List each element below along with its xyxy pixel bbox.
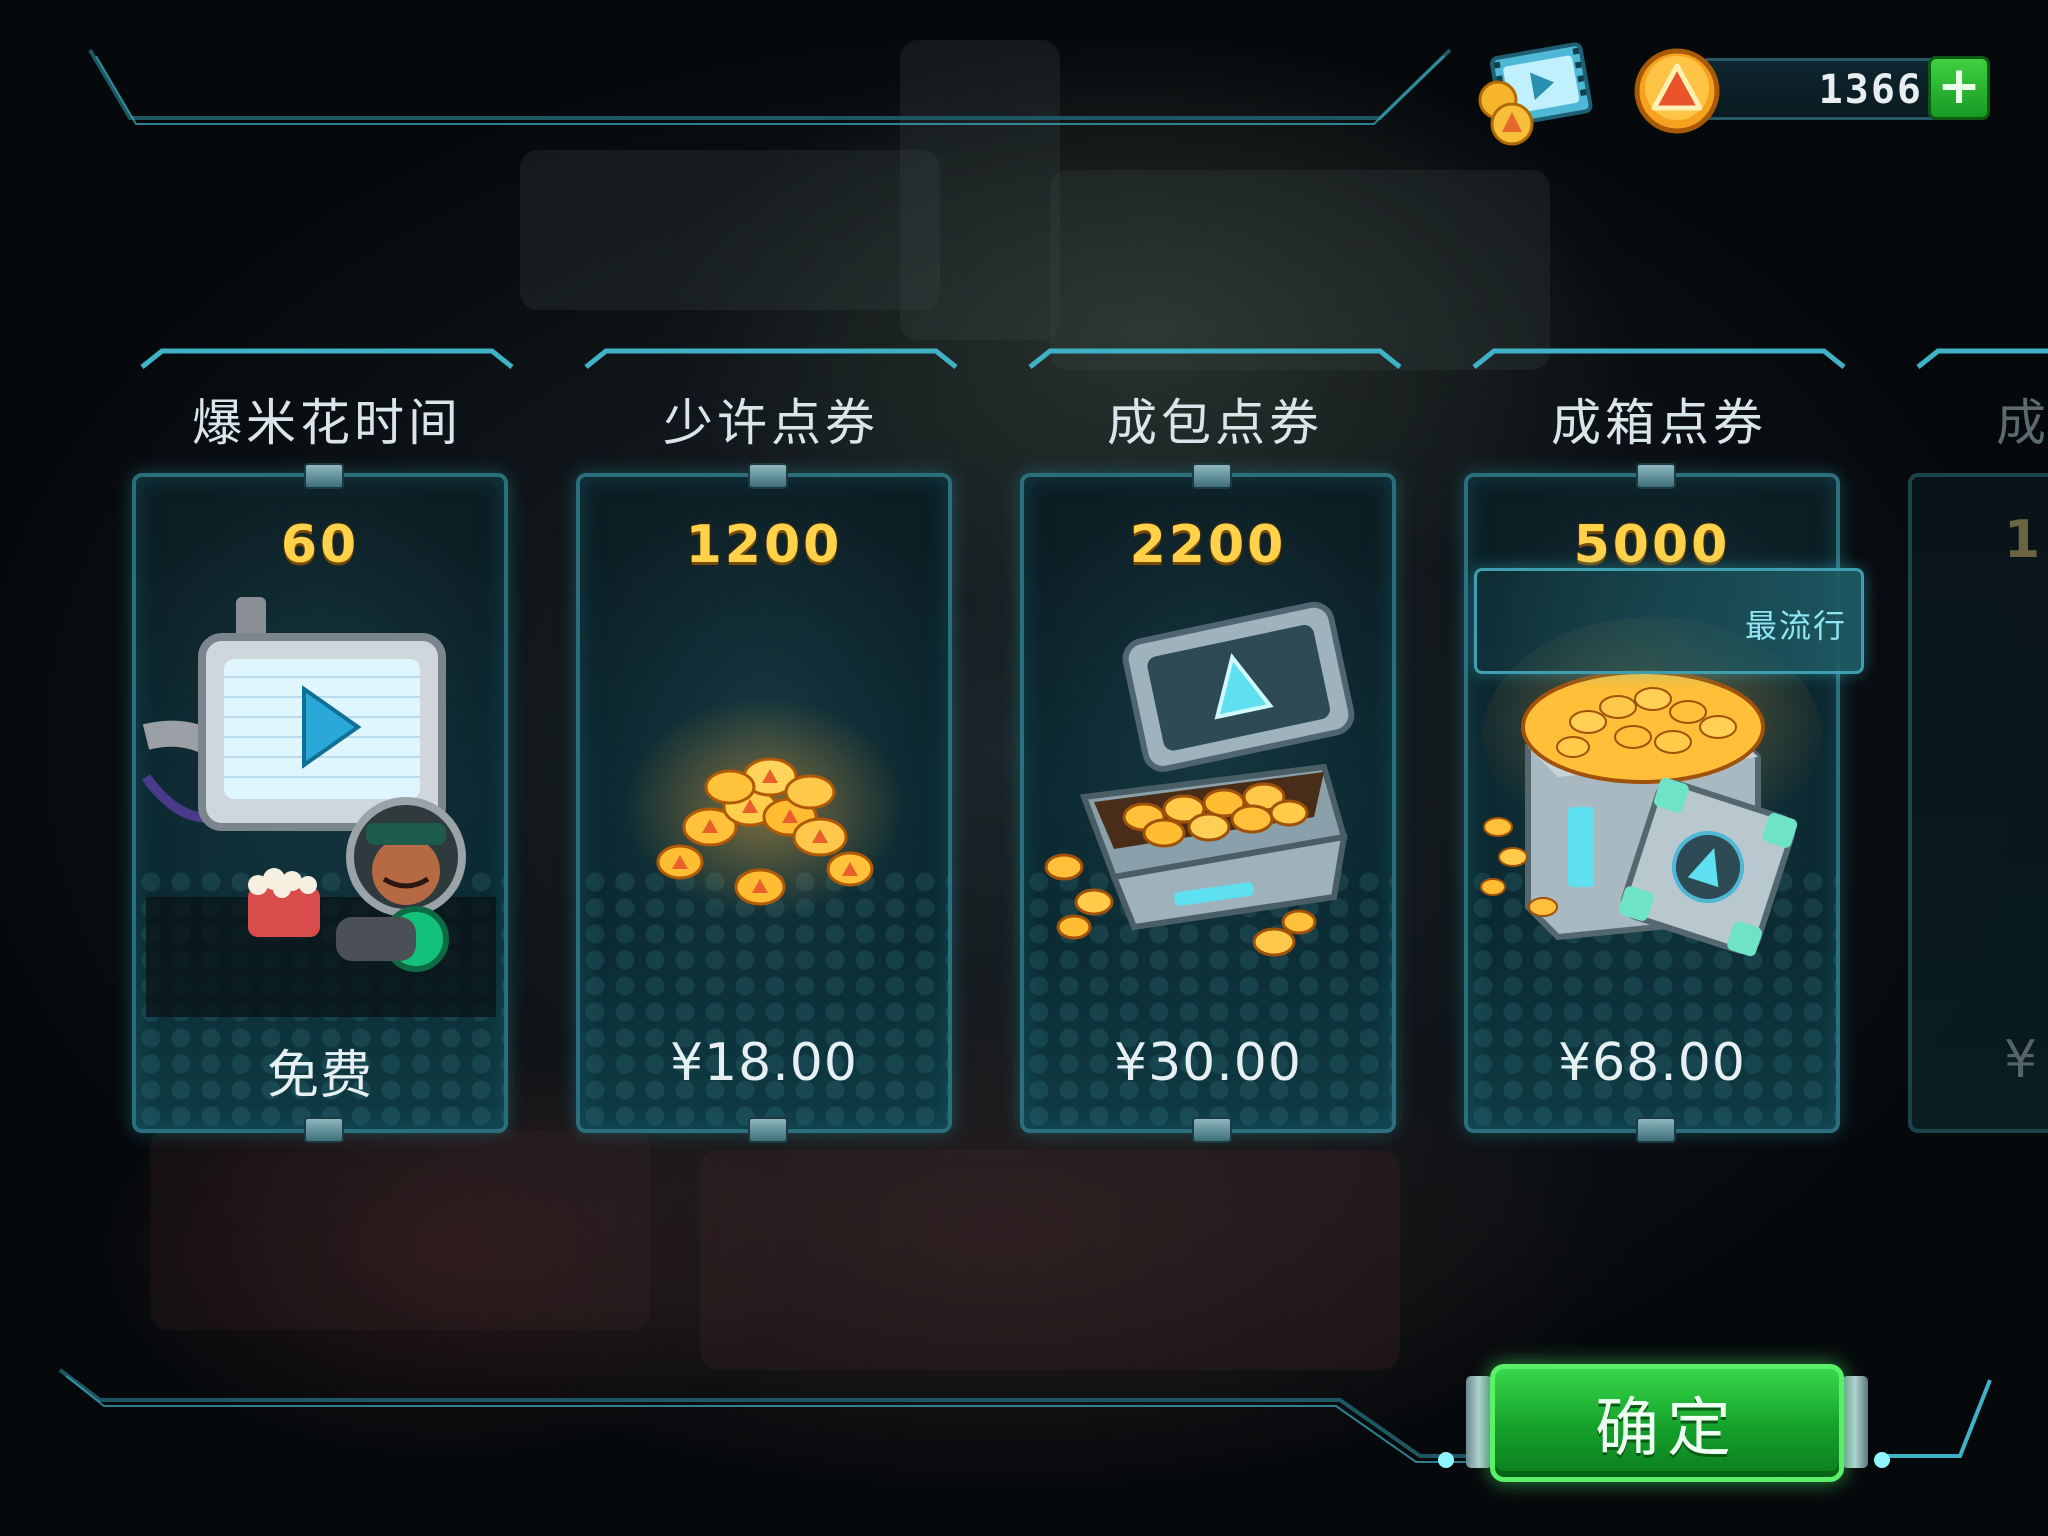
offer-crate-coupons[interactable]: 成箱点券 5000 ¥68.00 [1464,345,1854,1145]
offer-price: ¥30.00 [1114,1033,1302,1093]
offer-price: ¥18.00 [670,1033,858,1093]
offer-title: 成箱点券 [1551,394,1767,452]
offer-amount: 5000 [1573,515,1731,575]
offer-card[interactable]: 2200 ¥30.00 [1020,463,1396,1143]
offer-card[interactable]: 60 免费 [132,463,508,1143]
offer-amount: 60 [280,515,360,575]
card-header-bar [584,348,958,369]
offer-amount: 2200 [1129,515,1287,575]
button-cap-left [1466,1376,1492,1468]
offer-pack-coupons[interactable]: 成包点券 2200 ¥30.00 [1020,345,1410,1145]
offer-title: 爆米花时间 [192,394,462,452]
confirm-label: 确定 [1595,1392,1739,1466]
coin-pile-icon [624,697,904,917]
offer-popcorn-time[interactable]: 爆米花时间 60 免费 [132,345,522,1145]
card-header-bar [140,348,514,369]
card-header-bar [1916,348,2048,369]
button-cap-right [1842,1376,1868,1468]
offer-amount-partial: 1 [2004,510,2041,570]
card-header-bar [1472,348,1846,369]
offer-title-partial: 成 [1996,394,2046,452]
currency-display: 1366 [1700,58,1940,120]
offer-price-partial: ¥ [2004,1030,2038,1090]
badge-label: 最流行 [1744,607,1847,645]
offer-card[interactable]: 1200 ¥18.00 [576,463,952,1143]
offer-small-coupons[interactable]: 少许点券 1200 ¥18.00 [576,345,966,1145]
offer-price: ¥68.00 [1558,1033,1746,1093]
coin-chest-icon [1044,601,1355,957]
offer-title: 少许点券 [663,394,879,452]
offer-price: 免费 [266,1046,373,1106]
offer-amount: 1200 [685,515,843,575]
most-popular-badge: 最流行 [1474,568,1864,674]
currency-amount: 1366 [1818,67,1923,113]
plus-icon: + [1937,56,1981,116]
coupon-icon [1634,48,1720,134]
video-icon [141,597,496,1017]
add-currency-button[interactable]: + [1928,56,1990,120]
video-reward-icon[interactable] [1470,38,1600,148]
confirm-button[interactable]: 确定 [1490,1364,1844,1482]
card-header-bar [1028,348,1402,369]
offer-title: 成包点券 [1107,394,1323,452]
